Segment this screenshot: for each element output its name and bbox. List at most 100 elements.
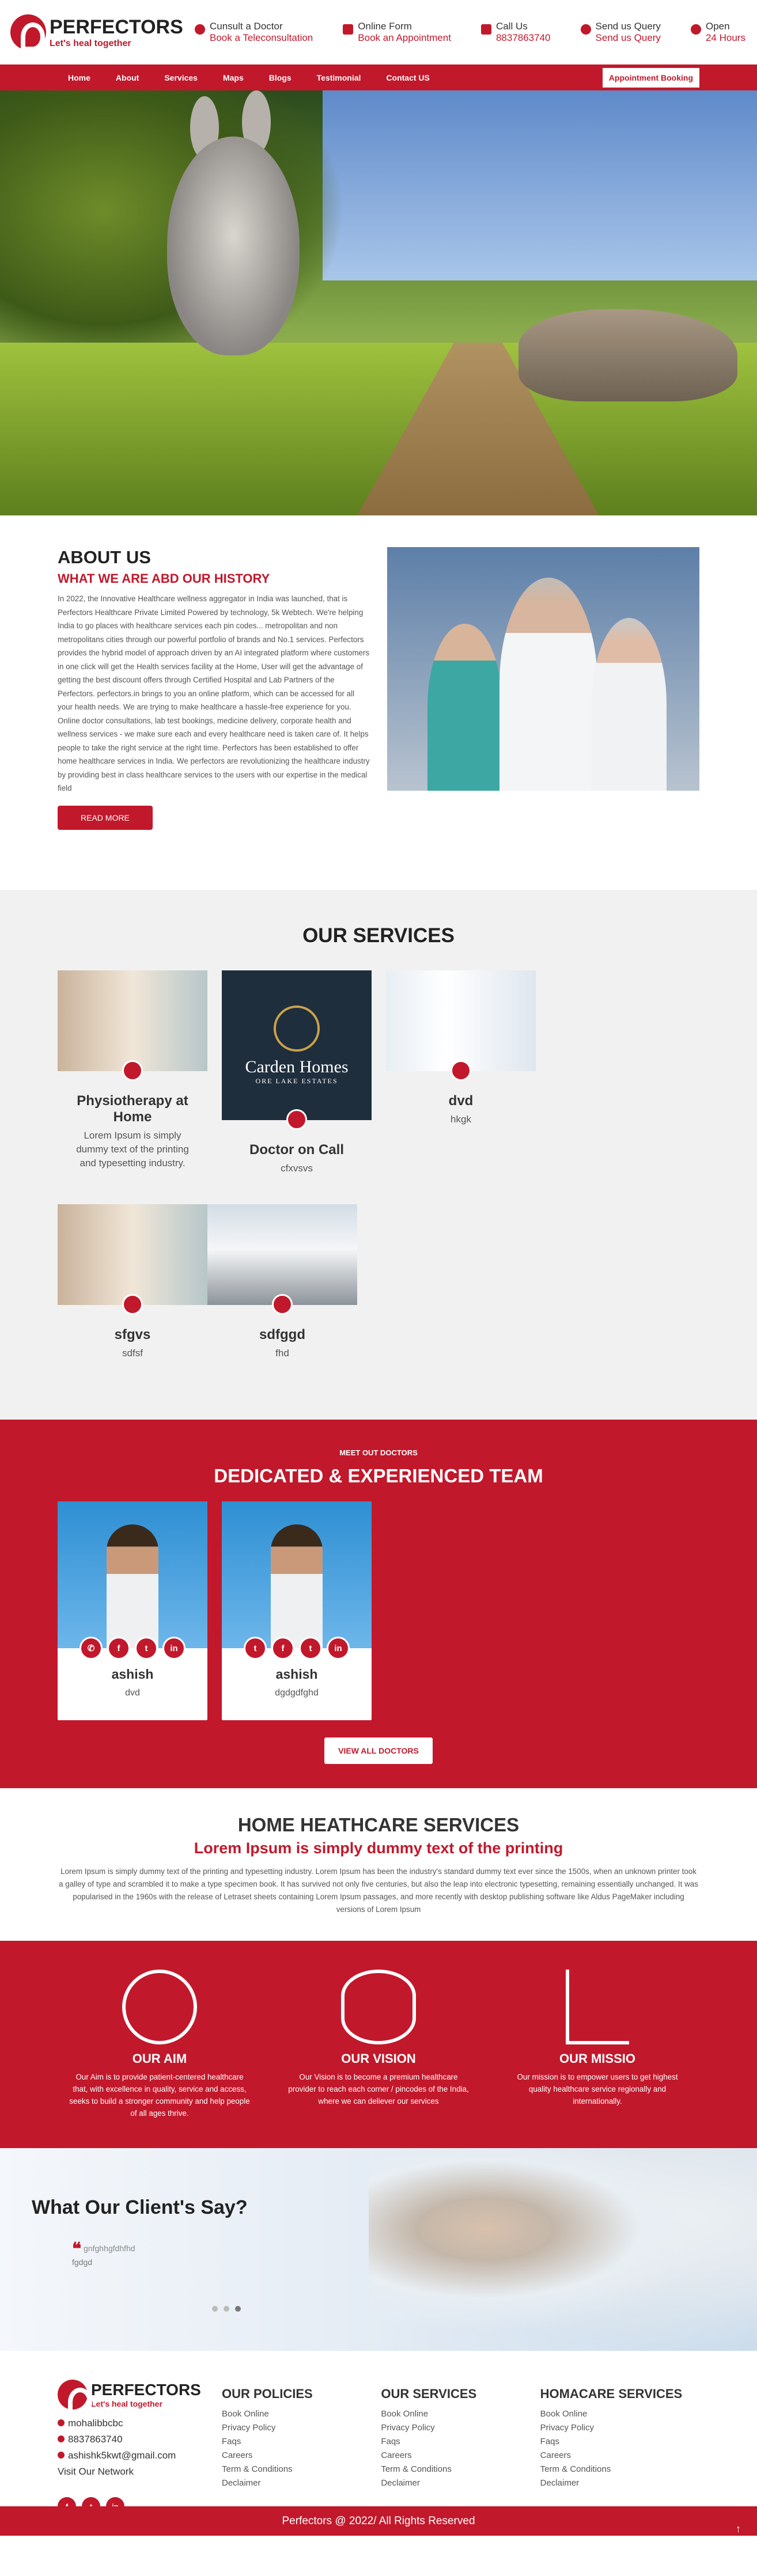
footer-link[interactable]: Declaimer	[540, 2476, 699, 2490]
contact-value[interactable]: 8837863740	[496, 32, 551, 44]
doctor-role: dgdgdfghd	[275, 1688, 319, 1698]
service-name: dvd	[448, 1093, 474, 1109]
footer-phone[interactable]: 8837863740	[58, 2431, 222, 2448]
mission-title: OUR AIM	[132, 2051, 187, 2066]
scroll-to-top-icon[interactable]: ↑	[736, 2514, 741, 2544]
nav-maps[interactable]: Maps	[213, 73, 254, 82]
footer-link[interactable]: Faqs	[540, 2435, 699, 2449]
service-card[interactable]: sdfggd fhd	[207, 1204, 357, 1360]
contact-value[interactable]: Book a Teleconsultation	[210, 32, 313, 44]
doctor-photo: t f t in	[222, 1501, 372, 1660]
twitter-icon[interactable]: t	[244, 1637, 267, 1660]
service-card[interactable]: sfgvs sdfsf	[58, 1204, 207, 1360]
footer-link[interactable]: Book Online	[381, 2407, 540, 2421]
footer-link[interactable]: Privacy Policy	[381, 2421, 540, 2435]
carousel-dot-active[interactable]	[235, 2306, 241, 2312]
mission-text: Our Aim is to provide patient-centered h…	[69, 2073, 250, 2118]
footer-link[interactable]: Term & Conditions	[540, 2463, 699, 2476]
service-card[interactable]: dvd hkgk	[386, 970, 536, 1175]
contact-call[interactable]: Call Us 8837863740	[480, 21, 551, 44]
service-desc: fhd	[275, 1348, 289, 1359]
location-icon	[580, 24, 591, 35]
footer-link[interactable]: Term & Conditions	[381, 2463, 540, 2476]
footer-link[interactable]: Book Online	[222, 2407, 381, 2421]
twitter-icon[interactable]: t	[299, 1637, 322, 1660]
nav-home[interactable]: Home	[58, 73, 101, 82]
footer-logo[interactable]: PERFECTORS Let's heal together	[58, 2380, 230, 2416]
rabbit-character	[167, 136, 300, 355]
home-healthcare-body: Lorem Ipsum is simply dummy text of the …	[59, 1867, 698, 1914]
footer-link[interactable]: Privacy Policy	[222, 2421, 381, 2435]
testimonial-author: fgdgd	[72, 2258, 93, 2267]
footer-link[interactable]: Book Online	[540, 2407, 699, 2421]
contact-value[interactable]: Send us Query	[596, 32, 661, 44]
about-section: ABOUT US WHAT WE ARE ABD OUR HISTORY In …	[0, 515, 757, 890]
doctor-name: ashish	[275, 1667, 318, 1682]
mission-card: OUR VISION Our Vision is to become a pre…	[286, 1970, 471, 2148]
footer-email[interactable]: ashishk5kwt@gmail.com	[58, 2448, 222, 2464]
service-card[interactable]: Carden Homes ORE LAKE ESTATES Doctor on …	[222, 970, 372, 1175]
logo-title: PERFECTORS	[91, 2381, 201, 2399]
contact-label: Call Us	[495, 21, 528, 32]
mail-icon	[58, 2452, 65, 2459]
site-footer: PERFECTORS Let's heal together mohalibbc…	[0, 2351, 757, 2516]
service-desc: Lorem Ipsum is simply dummy text of the …	[76, 1130, 189, 1169]
site-logo[interactable]: PERFECTORS Let's heal together	[10, 14, 183, 51]
footer-link[interactable]: Privacy Policy	[540, 2421, 699, 2435]
nav-about[interactable]: About	[105, 73, 149, 82]
clock-icon	[690, 24, 701, 35]
mail-icon	[343, 24, 354, 35]
team-eyebrow: MEET OUT DOCTORS	[339, 1448, 418, 1457]
doctor-card[interactable]: t f t in ashish dgdgdfghd	[222, 1501, 372, 1720]
linkedin-icon[interactable]: in	[327, 1637, 350, 1660]
carousel-dot[interactable]	[224, 2306, 229, 2312]
footer-link[interactable]: Faqs	[381, 2435, 540, 2449]
nav-blogs[interactable]: Blogs	[259, 73, 302, 82]
contact-query[interactable]: Send us Query Send us Query	[580, 21, 661, 44]
testimonials-section: What Our Client's Say? ❝ gnfghhgfdhfhd f…	[0, 2148, 757, 2351]
footer-link[interactable]: Careers	[540, 2449, 699, 2463]
hero-banner-image	[0, 90, 757, 515]
appointment-booking-button[interactable]: Appointment Booking	[602, 67, 699, 88]
footer-link[interactable]: Declaimer	[222, 2476, 381, 2490]
nav-contact[interactable]: Contact US	[376, 73, 440, 82]
service-image	[58, 970, 207, 1081]
home-healthcare-title: HOME HEATHCARE SERVICES	[237, 1814, 520, 1835]
footer-link[interactable]: Term & Conditions	[222, 2463, 381, 2476]
contact-value[interactable]: Book an Appointment	[358, 32, 451, 44]
phone-icon[interactable]: ✆	[80, 1637, 103, 1660]
footer-column-services: OUR SERVICES Book Online Privacy Policy …	[381, 2380, 540, 2506]
service-card[interactable]: Physiotherapy at Home Lorem Ipsum is sim…	[58, 970, 207, 1175]
visit-network-link[interactable]: Visit Our Network	[58, 2464, 222, 2480]
footer-contact: PERFECTORS Let's heal together mohalibbc…	[58, 2380, 222, 2516]
service-image	[58, 1204, 207, 1315]
view-all-doctors-button[interactable]: VIEW ALL DOCTORS	[324, 1737, 433, 1764]
header-contacts: Cunsult a Doctor Book a Teleconsultation …	[195, 21, 745, 44]
contact-teleconsult[interactable]: Cunsult a Doctor Book a Teleconsultation	[195, 21, 313, 44]
nav-testimonial[interactable]: Testimonial	[306, 73, 372, 82]
footer-column-title: OUR POLICIES	[222, 2387, 313, 2401]
logo-mark-icon	[58, 2380, 92, 2416]
read-more-button[interactable]: READ MORE	[58, 805, 153, 830]
footer-link[interactable]: Declaimer	[381, 2476, 540, 2490]
contact-label: Online Form	[358, 21, 412, 32]
facebook-icon[interactable]: f	[107, 1637, 130, 1660]
service-desc: hkgk	[451, 1114, 471, 1125]
footer-link[interactable]: Faqs	[222, 2435, 381, 2449]
ambulance-icon	[122, 1060, 143, 1081]
carousel-dot[interactable]	[212, 2306, 218, 2312]
twitter-icon[interactable]: t	[135, 1637, 158, 1660]
top-header: PERFECTORS Let's heal together Cunsult a…	[0, 0, 757, 65]
footer-column-title: OUR SERVICES	[381, 2387, 477, 2401]
footer-link[interactable]: Careers	[381, 2449, 540, 2463]
contact-online-form[interactable]: Online Form Book an Appointment	[343, 21, 451, 44]
mission-section: OUR AIM Our Aim is to provide patient-ce…	[0, 1941, 757, 2148]
footer-link[interactable]: Careers	[222, 2449, 381, 2463]
contact-label: Send us Query	[595, 21, 661, 32]
services-section: OUR SERVICES Physiotherapy at Home Lorem…	[0, 890, 757, 1420]
nav-services[interactable]: Services	[154, 73, 208, 82]
facebook-icon[interactable]: f	[271, 1637, 294, 1660]
logo-tagline: Let's heal together	[50, 38, 131, 48]
doctor-card[interactable]: ✆ f t in ashish dvd	[58, 1501, 207, 1720]
linkedin-icon[interactable]: in	[162, 1637, 186, 1660]
